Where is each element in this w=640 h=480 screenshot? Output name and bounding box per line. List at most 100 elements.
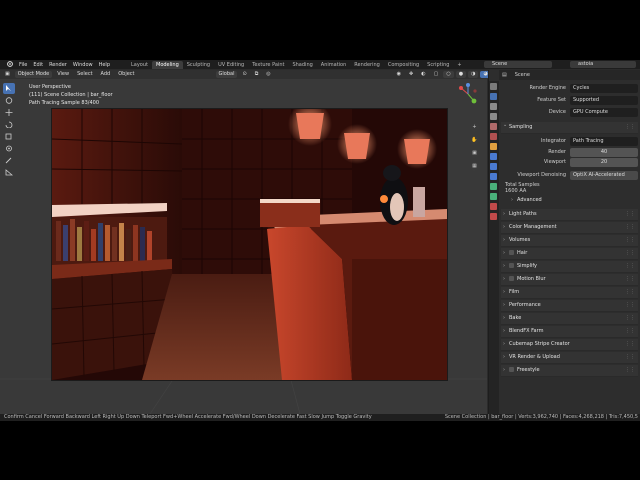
shading-solid-icon[interactable]: ● <box>455 71 467 78</box>
panel-drag-icon[interactable]: ⋮⋮ <box>625 352 635 363</box>
tab-texture-paint[interactable]: Texture Paint <box>248 61 288 69</box>
visibility-icon[interactable]: ◉ <box>394 71 404 78</box>
cubemap-stripe-creator-panel[interactable]: Cubemap Stripe Creator ⋮⋮ <box>501 339 638 351</box>
view-layer-tab-icon[interactable] <box>490 113 497 120</box>
panel-drag-icon[interactable]: ⋮⋮ <box>625 339 635 350</box>
shading-material-icon[interactable]: ◑ <box>468 71 479 78</box>
add-workspace-icon[interactable]: + <box>453 61 465 69</box>
render-engine-dropdown[interactable]: Cycles <box>570 83 638 93</box>
zoom-icon[interactable]: + <box>470 123 479 132</box>
physics-tab-icon[interactable] <box>490 173 497 180</box>
hair-panel[interactable]: Hair ⋮⋮ <box>501 248 638 260</box>
blender-logo-icon[interactable] <box>4 60 16 69</box>
panel-drag-icon[interactable]: ⋮⋮ <box>625 326 635 337</box>
panel-drag-icon[interactable]: ⋮⋮ <box>625 209 635 220</box>
freestyle-panel[interactable]: Freestyle ⋮⋮ <box>501 365 638 377</box>
mode-selector[interactable]: Object Mode <box>14 71 53 78</box>
freestyle-checkbox[interactable] <box>509 367 514 372</box>
render-samples-field[interactable]: 40 <box>570 147 638 157</box>
light-paths-panel[interactable]: Light Paths ⋮⋮ <box>501 209 638 221</box>
menu-object[interactable]: Object <box>115 71 137 78</box>
panel-drag-icon[interactable]: ⋮⋮ <box>625 287 635 298</box>
annotate-tool-icon[interactable] <box>3 155 15 166</box>
editor-type-icon[interactable]: ▣ <box>2 71 13 78</box>
menu-select[interactable]: Select <box>74 71 95 78</box>
hair-checkbox[interactable] <box>509 250 514 255</box>
scene-selector[interactable]: Scene <box>484 61 552 68</box>
panel-drag-icon[interactable]: ⋮⋮ <box>625 274 635 285</box>
film-panel[interactable]: Film ⋮⋮ <box>501 287 638 299</box>
navigation-gizmo[interactable] <box>457 83 479 105</box>
panel-drag-icon[interactable]: ⋮⋮ <box>625 235 635 246</box>
tab-layout[interactable]: Layout <box>127 61 152 69</box>
snap-icon[interactable]: ⧉ <box>252 71 262 78</box>
motion-blur-panel[interactable]: Motion Blur ⋮⋮ <box>501 274 638 286</box>
material-tab-icon[interactable] <box>490 203 497 210</box>
3d-viewport[interactable]: User Perspective (111) Scene Collection … <box>0 79 487 414</box>
object-tab-icon[interactable] <box>490 143 497 150</box>
menu-file[interactable]: File <box>16 62 30 68</box>
viewport-samples-field[interactable]: 20 <box>570 157 638 167</box>
tab-scripting[interactable]: Scripting <box>423 61 453 69</box>
measure-tool-icon[interactable] <box>3 167 15 178</box>
data-tab-icon[interactable] <box>490 193 497 200</box>
tool-tab-icon[interactable] <box>490 83 497 90</box>
denoising-dropdown[interactable]: OptiX AI-Accelerated <box>570 170 638 180</box>
tab-sculpting[interactable]: Sculpting <box>183 61 214 69</box>
scene-tab-icon[interactable] <box>490 123 497 130</box>
integrator-dropdown[interactable]: Path Tracing <box>570 136 638 146</box>
simplify-panel[interactable]: Simplify ⋮⋮ <box>501 261 638 273</box>
view-layer-selector[interactable]: astoia <box>570 61 636 68</box>
texture-tab-icon[interactable] <box>490 213 497 220</box>
feature-set-dropdown[interactable]: Supported <box>570 95 638 105</box>
tab-uv-editing[interactable]: UV Editing <box>214 61 248 69</box>
panel-drag-icon[interactable]: ⋮⋮ <box>625 222 635 233</box>
menu-help[interactable]: Help <box>96 62 113 68</box>
menu-view[interactable]: View <box>54 71 72 78</box>
proportional-edit-icon[interactable]: ◎ <box>263 71 273 78</box>
tab-modeling[interactable]: Modeling <box>152 60 183 69</box>
panel-drag-icon[interactable]: ⋮⋮ <box>625 122 635 133</box>
xray-icon[interactable]: ▢ <box>431 71 442 78</box>
tab-compositing[interactable]: Compositing <box>384 61 423 69</box>
output-tab-icon[interactable] <box>490 103 497 110</box>
particles-tab-icon[interactable] <box>490 163 497 170</box>
menu-window[interactable]: Window <box>70 62 96 68</box>
menu-add[interactable]: Add <box>98 71 114 78</box>
performance-panel[interactable]: Performance ⋮⋮ <box>501 300 638 312</box>
simplify-checkbox[interactable] <box>509 263 514 268</box>
sampling-panel-header[interactable]: Sampling ⋮⋮ <box>501 120 638 134</box>
scale-tool-icon[interactable] <box>3 131 15 142</box>
rotate-tool-icon[interactable] <box>3 119 15 130</box>
overlay-toggle-icon[interactable]: ◐ <box>418 71 428 78</box>
bake-panel[interactable]: Bake ⋮⋮ <box>501 313 638 325</box>
pivot-icon[interactable]: ⊙ <box>239 71 249 78</box>
world-tab-icon[interactable] <box>490 133 497 140</box>
transform-tool-icon[interactable] <box>3 143 15 154</box>
move-tool-icon[interactable] <box>3 107 15 118</box>
panel-drag-icon[interactable]: ⋮⋮ <box>625 248 635 259</box>
select-tool-icon[interactable] <box>3 83 15 94</box>
panel-drag-icon[interactable]: ⋮⋮ <box>625 261 635 272</box>
properties-type-icon[interactable]: ▤ <box>502 72 507 78</box>
modifier-tab-icon[interactable] <box>490 153 497 160</box>
panel-drag-icon[interactable]: ⋮⋮ <box>625 300 635 311</box>
cursor-tool-icon[interactable] <box>3 95 15 106</box>
menu-render[interactable]: Render <box>46 62 70 68</box>
vr-render-upload-panel[interactable]: VR Render & Upload ⋮⋮ <box>501 352 638 364</box>
tab-shading[interactable]: Shading <box>288 61 316 69</box>
perspective-toggle-icon[interactable]: ▦ <box>470 162 479 171</box>
pan-hand-icon[interactable]: ✋ <box>470 136 479 145</box>
blendfx-farm-panel[interactable]: BlendFX Farm ⋮⋮ <box>501 326 638 338</box>
camera-view-icon[interactable]: ▣ <box>470 149 479 158</box>
tab-animation[interactable]: Animation <box>317 61 351 69</box>
constraints-tab-icon[interactable] <box>490 183 497 190</box>
shading-wireframe-icon[interactable]: ○ <box>443 71 454 78</box>
panel-drag-icon[interactable]: ⋮⋮ <box>625 365 635 376</box>
tab-rendering[interactable]: Rendering <box>350 61 384 69</box>
volumes-panel[interactable]: Volumes ⋮⋮ <box>501 235 638 247</box>
advanced-subpanel[interactable]: Advanced <box>501 195 638 206</box>
render-tab-icon[interactable] <box>490 93 497 100</box>
color-management-panel[interactable]: Color Management ⋮⋮ <box>501 222 638 234</box>
transform-orientation-selector[interactable]: Global <box>215 71 238 78</box>
